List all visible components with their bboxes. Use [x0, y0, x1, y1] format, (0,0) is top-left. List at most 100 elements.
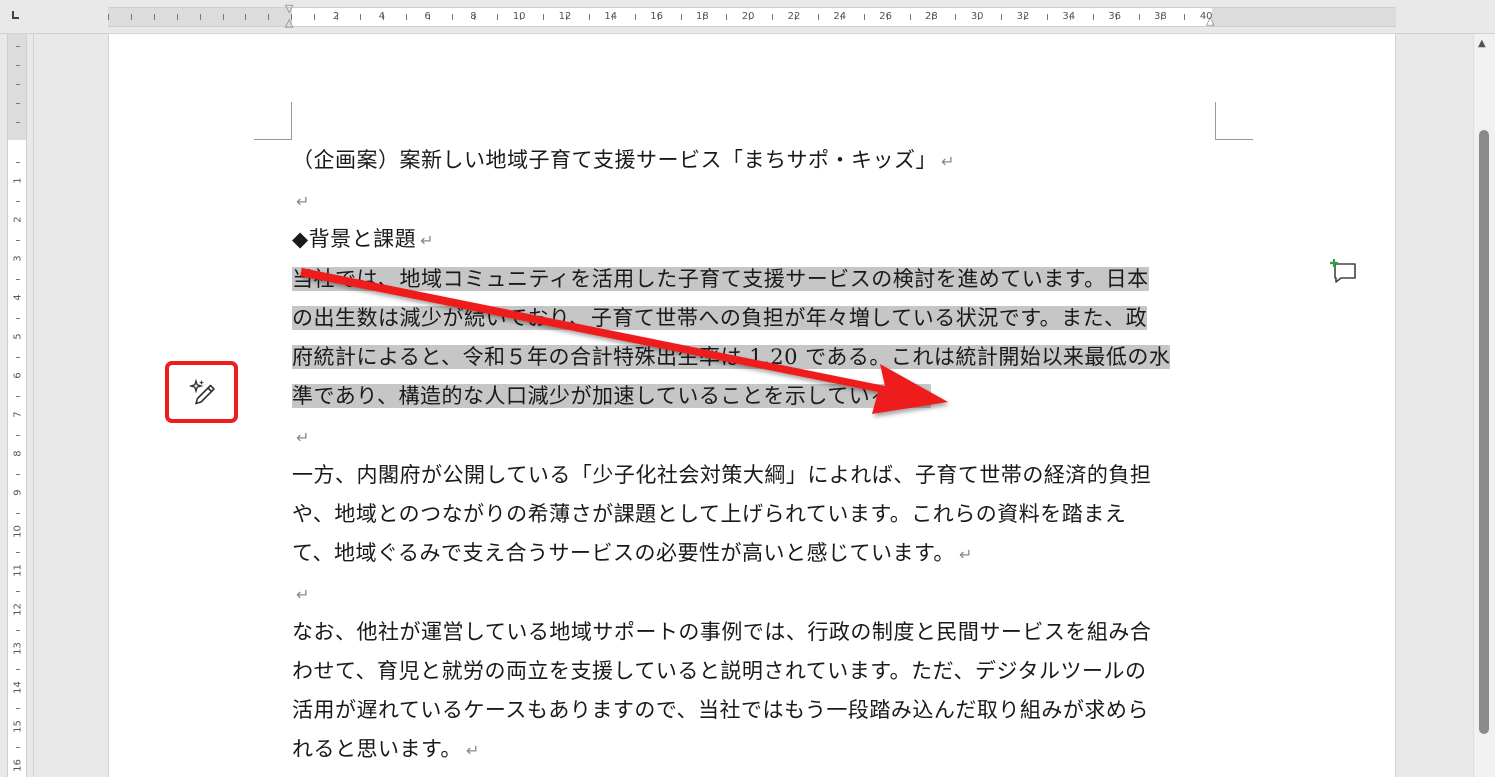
ruler-tick	[1092, 14, 1094, 20]
paragraph-mark: ↵	[420, 231, 435, 250]
ruler-tick	[16, 201, 20, 202]
ruler-tick	[199, 14, 201, 20]
ruler-number: 28	[925, 11, 938, 22]
ruler-number: 11	[12, 564, 24, 577]
ruler-tick	[726, 14, 728, 20]
document-title[interactable]: （企画案）案新しい地域子育て支援サービス「まちサポ・キッズ」 ↵	[292, 141, 1232, 181]
ruler-number: 26	[879, 11, 892, 22]
ruler-number: 6	[424, 11, 431, 22]
ruler-tick	[817, 14, 819, 20]
selected-line[interactable]: 当社では、地域コミュニティを活用した子育て支援サービスの検討を進めています。日本	[292, 267, 1149, 291]
vertical-scrollbar[interactable]: ▲	[1473, 34, 1495, 777]
text-line: わせて、育児と就労の両立を支援していると説明されています。ただ、デジタルツールの	[292, 659, 1147, 683]
ruler-number: 22	[787, 11, 801, 22]
ruler-tick	[680, 14, 682, 20]
text-line: て、地域ぐるみで支え合うサービスの必要性が高いと感じています。	[292, 541, 955, 565]
text-line: や、地域とのつながりの希薄さが課題として上げられています。これらの資料を踏まえ	[292, 502, 1127, 526]
ruler-tick	[909, 14, 911, 20]
ruler-tick	[1001, 14, 1003, 20]
selected-line[interactable]: の出生数は減少が続いており、子育て世帯への負担が年々増している状況です。また、政	[292, 306, 1148, 330]
vertical-ruler-strip: 1 2 3 4 5 6 7 8 9 10 11 12 13 14 15 16	[7, 34, 27, 777]
paragraph-mark: ↵	[958, 545, 973, 564]
body-paragraph[interactable]: 一方、内閣府が公開している「少子化社会対策大綱」によれば、子育て世帯の経済的負担…	[292, 456, 1232, 574]
ruler-tick	[543, 14, 545, 20]
ruler-tick	[497, 14, 499, 20]
sparkle-pen-icon	[188, 378, 215, 405]
ruler-tick	[16, 240, 20, 241]
empty-paragraph[interactable]: ↵	[292, 417, 1232, 456]
scroll-thumb[interactable]	[1479, 130, 1489, 734]
body-paragraph[interactable]: なお、他社が運営している地域サポートの事例では、行政の制度と民間サービスを組み合…	[292, 613, 1232, 770]
ruler-number: 10	[512, 11, 526, 22]
right-indent-marker[interactable]: △	[1206, 14, 1214, 27]
ruler-number: 20	[741, 11, 755, 22]
ruler-tick	[153, 14, 155, 20]
empty-paragraph[interactable]: ↵	[292, 181, 1232, 220]
left-indent-marker[interactable]: △	[285, 16, 293, 29]
ruler-number: 2	[332, 11, 340, 22]
ruler-tick	[16, 318, 20, 319]
paragraph-mark: ↵	[296, 192, 310, 211]
ruler-tick	[359, 14, 361, 20]
document-body[interactable]: （企画案）案新しい地域子育て支援サービス「まちサポ・キッズ」 ↵ ↵ ◆背景と課題…	[292, 141, 1232, 770]
section-heading[interactable]: ◆背景と課題 ↵	[292, 220, 1232, 260]
ruler-tick	[108, 14, 109, 20]
selected-line[interactable]: 府統計によると、令和５年の合計特殊出生率は 1.20 である。これは統計開始以来…	[292, 345, 1171, 369]
first-line-indent-marker[interactable]: ▽	[285, 2, 293, 15]
ruler-tick	[16, 46, 20, 47]
ruler-tick	[955, 14, 957, 20]
triangle-up-icon[interactable]: ▲	[1478, 38, 1486, 49]
selected-line[interactable]: 準であり、構造的な人口減少が加速していることを示している。	[292, 384, 914, 408]
ruler-tick	[268, 14, 270, 20]
ruler-number: 8	[12, 450, 24, 457]
ruler-number: 4	[378, 11, 385, 22]
ruler-tick	[16, 708, 20, 709]
ruler-number: 3	[12, 255, 24, 262]
ruler-tick	[772, 14, 774, 20]
paragraph-mark: ↵	[917, 388, 932, 407]
ruler-number: 6	[12, 372, 24, 379]
ruler-number: 16	[650, 11, 663, 22]
ruler-number: 13	[12, 642, 24, 655]
ruler-number: 30	[970, 11, 984, 22]
ruler-tick	[634, 14, 636, 20]
ruler-number: 34	[1062, 11, 1076, 22]
ruler-tick	[588, 14, 590, 20]
paragraph-mark: ↵	[465, 741, 480, 760]
crop-mark-top-right	[1215, 102, 1253, 140]
ruler-tick	[222, 14, 224, 20]
ruler-number: 36	[1108, 11, 1121, 22]
ruler-number: 7	[12, 411, 24, 418]
empty-paragraph[interactable]: ↵	[292, 574, 1232, 613]
ruler-tick	[130, 14, 132, 20]
ruler-tick	[16, 65, 20, 66]
ruler-tick	[16, 630, 20, 631]
ruler-tick	[16, 747, 20, 748]
horizontal-ruler[interactable]: 2 4 6 8 10 12 14 16 18 20 22 24 26 28 30 32 34 36 38 40 ▽ △…	[0, 0, 1495, 34]
text-line: 活用が遅れているケースもありますので、当社ではもう一段踏み込んだ取り組みが求めら	[292, 698, 1149, 722]
ruler-number: 4	[12, 294, 24, 301]
ruler-number: 5	[12, 333, 24, 340]
ruler-tick	[863, 14, 865, 20]
ruler-number: 38	[1154, 11, 1167, 22]
ruler-number: 24	[833, 11, 847, 22]
ruler-tick	[16, 669, 20, 670]
comment-add-icon[interactable]	[1328, 258, 1358, 284]
vertical-ruler[interactable]: 1 2 3 4 5 6 7 8 9 10 11 12 13 14 15 16	[0, 34, 34, 777]
ruler-tick	[314, 14, 316, 20]
paragraph-mark: ↵	[941, 152, 955, 171]
ruler-number: 1	[12, 177, 24, 184]
ruler-strip: 2 4 6 8 10 12 14 16 18 20 22 24 26 28 30 32 34 36 38 40	[108, 7, 1396, 27]
rewrite-suggestion-button[interactable]	[165, 361, 238, 423]
selected-paragraph[interactable]: 当社では、地域コミュニティを活用した子育て支援サービスの検討を進めています。日本…	[292, 260, 1232, 417]
ruler-tick	[16, 552, 20, 553]
ruler-tick	[1184, 14, 1186, 20]
paragraph-mark: ↵	[296, 428, 310, 447]
ruler-tick	[16, 513, 20, 514]
ruler-number: 12	[558, 11, 572, 22]
tab-selector-icon[interactable]	[12, 11, 22, 21]
ruler-ticks: 2 4 6 8 10 12 14 16 18 20 22 24 26 28 30 32 34 36 38 40	[108, 8, 1396, 26]
ruler-tick	[16, 84, 20, 85]
ruler-tick	[176, 14, 178, 20]
ruler-tick	[451, 14, 453, 20]
